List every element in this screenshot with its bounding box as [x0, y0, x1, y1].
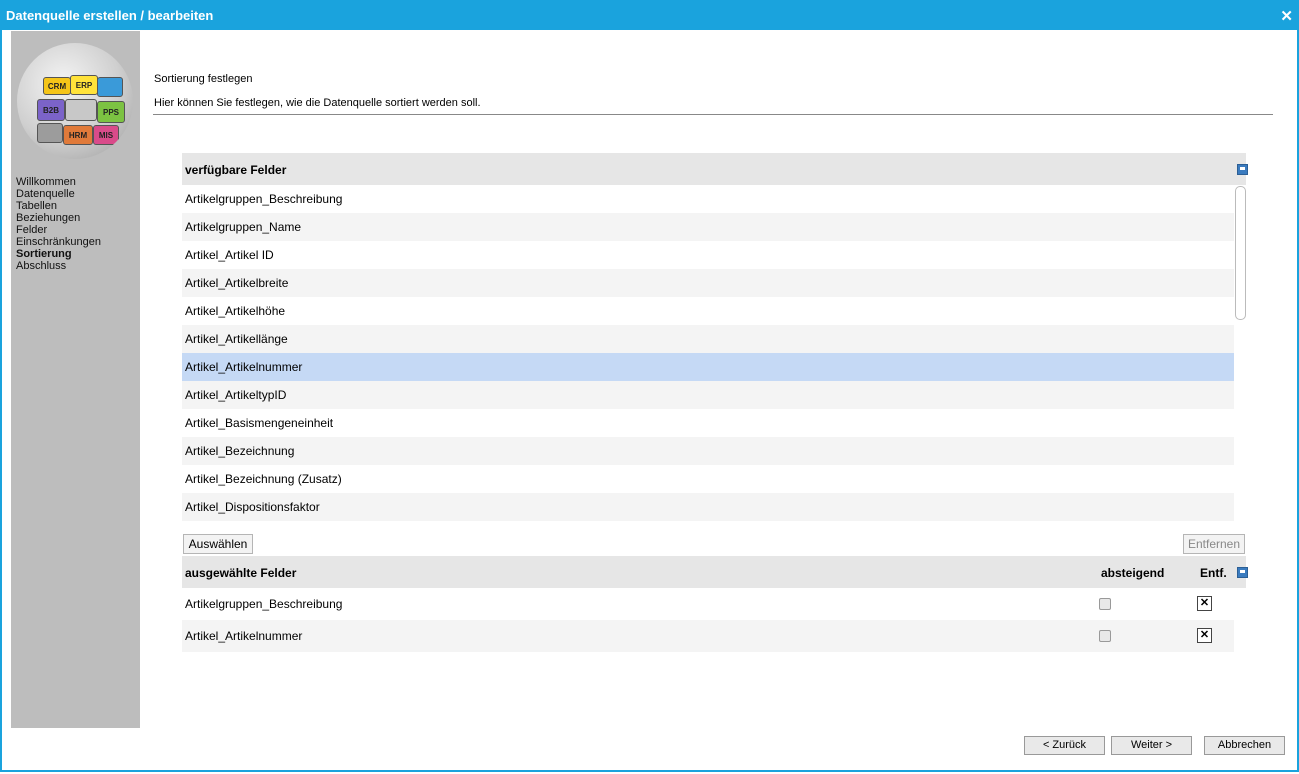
- selected-fields-header: ausgewählte Felder absteigend Entf.: [182, 556, 1248, 588]
- available-fields-list[interactable]: Artikelgruppen_Beschreibung Artikelgruppe…: [182, 185, 1234, 525]
- nav-item-abschluss[interactable]: Abschluss: [16, 260, 101, 272]
- logo-piece-erp: ERP: [70, 75, 98, 95]
- available-field-row[interactable]: Artikel_Bezeichnung (Zusatz): [182, 465, 1234, 493]
- logo-piece-mis: MIS: [93, 125, 119, 145]
- available-field-row[interactable]: Artikel_Bezeichnung: [182, 437, 1234, 465]
- available-field-row[interactable]: Artikelgruppen_Name: [182, 213, 1234, 241]
- available-field-row[interactable]: Artikel_Artikelbreite: [182, 269, 1234, 297]
- available-field-row[interactable]: Artikelgruppen_Beschreibung: [182, 185, 1234, 213]
- available-field-row[interactable]: Artikel_EAN: [182, 521, 1234, 525]
- logo-piece-crm: CRM: [43, 77, 71, 95]
- nav-item-willkommen[interactable]: Willkommen: [16, 176, 101, 188]
- wizard-sidebar: CRM ERP B2B PPS HRM MIS Willkommen Daten…: [11, 31, 140, 728]
- page-title: Sortierung festlegen: [154, 73, 253, 85]
- divider: [153, 114, 1273, 115]
- logo-piece-center: [65, 99, 97, 121]
- descending-checkbox[interactable]: [1099, 598, 1111, 610]
- available-field-row[interactable]: Artikel_Artikelhöhe: [182, 297, 1234, 325]
- next-button[interactable]: Weiter >: [1111, 736, 1192, 755]
- selected-field-label: Artikelgruppen_Beschreibung: [185, 597, 343, 611]
- remove-column-header: Entf.: [1200, 566, 1227, 580]
- select-button[interactable]: Auswählen: [183, 534, 253, 554]
- available-field-row[interactable]: Artikel_Artikellänge: [182, 325, 1234, 353]
- window-title: Datenquelle erstellen / bearbeiten: [6, 8, 214, 23]
- remove-button[interactable]: Entfernen: [1183, 534, 1245, 554]
- selected-field-row: Artikel_Artikelnummer ✕: [182, 620, 1234, 652]
- back-button[interactable]: < Zurück: [1024, 736, 1105, 755]
- page-description: Hier können Sie festlegen, wie die Daten…: [154, 97, 481, 109]
- available-field-row[interactable]: Artikel_Artikel ID: [182, 241, 1234, 269]
- close-icon[interactable]: ✕: [1280, 7, 1293, 25]
- logo-piece-grey: [37, 123, 63, 143]
- sort-icon[interactable]: [1237, 164, 1248, 175]
- nav-item-einschraenkungen[interactable]: Einschränkungen: [16, 236, 101, 248]
- logo-piece-b2b: B2B: [37, 99, 65, 121]
- selected-field-label: Artikel_Artikelnummer: [185, 629, 303, 643]
- title-bar: Datenquelle erstellen / bearbeiten ✕: [0, 0, 1299, 30]
- logo-globe: CRM ERP B2B PPS HRM MIS: [17, 43, 133, 159]
- available-fields-header: verfügbare Felder: [182, 153, 1248, 185]
- available-fields-title: verfügbare Felder: [185, 163, 287, 177]
- descending-checkbox[interactable]: [1099, 630, 1111, 642]
- nav-item-datenquelle[interactable]: Datenquelle: [16, 188, 101, 200]
- wizard-nav: Willkommen Datenquelle Tabellen Beziehun…: [16, 176, 101, 272]
- remove-field-icon[interactable]: ✕: [1197, 596, 1212, 611]
- logo-piece-hrm: HRM: [63, 125, 93, 145]
- remove-field-icon[interactable]: ✕: [1197, 628, 1212, 643]
- nav-item-sortierung[interactable]: Sortierung: [16, 248, 101, 260]
- scrollbar[interactable]: [1235, 186, 1246, 320]
- selected-fields-title: ausgewählte Felder: [185, 566, 297, 580]
- logo-piece-blue: [97, 77, 123, 97]
- available-field-row[interactable]: Artikel_ArtikeltypID: [182, 381, 1234, 409]
- nav-item-felder[interactable]: Felder: [16, 224, 101, 236]
- selected-field-row: Artikelgruppen_Beschreibung ✕: [182, 588, 1234, 620]
- sort-icon[interactable]: [1237, 567, 1248, 578]
- descending-column-header: absteigend: [1101, 566, 1165, 580]
- cancel-button[interactable]: Abbrechen: [1204, 736, 1285, 755]
- available-field-row[interactable]: Artikel_Artikelnummer: [182, 353, 1234, 381]
- nav-item-tabellen[interactable]: Tabellen: [16, 200, 101, 212]
- available-field-row[interactable]: Artikel_Basismengeneinheit: [182, 409, 1234, 437]
- nav-item-beziehungen[interactable]: Beziehungen: [16, 212, 101, 224]
- logo-piece-pps: PPS: [97, 101, 125, 123]
- available-field-row[interactable]: Artikel_Dispositionsfaktor: [182, 493, 1234, 521]
